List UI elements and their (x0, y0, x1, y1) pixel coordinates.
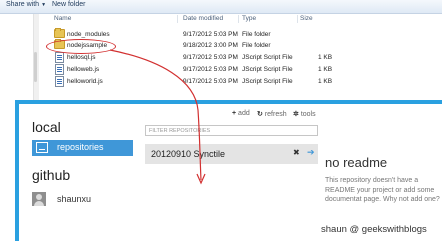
tools-label: tools (300, 111, 316, 118)
column-divider[interactable] (177, 15, 178, 23)
add-button[interactable]: + add (232, 110, 250, 117)
pin-icon[interactable]: ✖ (293, 149, 301, 157)
scrollbar-thumb[interactable] (34, 52, 37, 82)
readme-message: This repository doesn't have a README yo… (325, 177, 440, 203)
js-file-icon (55, 64, 64, 75)
highlight-circle (46, 39, 116, 54)
file-date: 9/17/2012 5:03 PM (183, 54, 238, 61)
share-with-label: Share with (6, 1, 40, 8)
js-file-icon (55, 76, 64, 87)
repository-list-item[interactable]: 20120910 Synctile ✖ ➔ (145, 144, 318, 164)
file-row[interactable]: helloworld.js 9/17/2012 5:03 PM JScript … (40, 76, 442, 87)
add-label: add (238, 110, 250, 117)
file-name: helloworld.js (67, 78, 103, 85)
column-header-date-modified[interactable]: Date modified (183, 14, 223, 24)
file-date: 9/18/2012 3:00 PM (183, 42, 238, 49)
repositories-nav-item[interactable]: repositories (32, 140, 133, 156)
watermark-credit: shaun @ geekswithblogs (321, 224, 427, 235)
column-header-name[interactable]: Name (54, 14, 71, 24)
file-type: File folder (242, 42, 271, 49)
share-with-button[interactable]: Share with ▼ (6, 1, 46, 8)
avatar (32, 192, 46, 206)
refresh-icon: ↻ (257, 111, 263, 118)
tools-button[interactable]: ✲ tools (293, 110, 316, 118)
file-type: JScript Script File (242, 78, 293, 85)
github-section-title: github (32, 167, 71, 183)
github-sidebar: local repositories github shaunxu (19, 104, 138, 241)
refresh-button[interactable]: ↻ refresh (257, 110, 287, 118)
file-row[interactable]: node_modules 9/17/2012 5:03 PM File fold… (40, 28, 442, 40)
column-header-size[interactable]: Size (300, 14, 313, 24)
filter-repositories-input[interactable]: FILTER REPOSITORIES (145, 125, 318, 136)
file-date: 9/17/2012 5:03 PM (183, 78, 238, 85)
js-file-icon (55, 52, 64, 63)
file-type: JScript Script File (242, 54, 293, 61)
file-type: File folder (242, 31, 271, 38)
file-size: 1 KB (318, 54, 333, 61)
monitor-icon (36, 142, 48, 153)
open-arrow-icon[interactable]: ➔ (307, 148, 315, 157)
new-folder-button[interactable]: New folder (52, 1, 85, 8)
gear-icon: ✲ (293, 111, 299, 118)
file-type: JScript Script File (242, 66, 293, 73)
column-divider[interactable] (297, 15, 298, 23)
file-row[interactable]: hellosql.js 9/17/2012 5:03 PM JScript Sc… (40, 52, 442, 63)
local-section-title: local (32, 119, 61, 135)
folder-icon (54, 28, 65, 38)
file-size: 1 KB (318, 78, 333, 85)
github-window: local repositories github shaunxu + add … (15, 100, 442, 241)
file-name: helloweb.js (67, 66, 100, 73)
file-row[interactable]: helloweb.js 9/17/2012 5:03 PM JScript Sc… (40, 64, 442, 75)
repositories-label: repositories (57, 142, 104, 152)
account-item[interactable]: shaunxu (32, 192, 152, 208)
dropdown-arrow-icon: ▼ (41, 2, 47, 8)
column-header-type[interactable]: Type (242, 14, 256, 24)
column-divider[interactable] (238, 15, 239, 23)
explorer-toolbar: Share with ▼ New folder (0, 0, 442, 14)
readme-title: no readme (325, 155, 388, 170)
file-date: 9/17/2012 5:03 PM (183, 66, 238, 73)
account-name: shaunxu (57, 194, 92, 204)
repository-name: 20120910 Synctile (151, 149, 226, 159)
refresh-label: refresh (264, 111, 287, 118)
file-size: 1 KB (318, 66, 333, 73)
file-date: 9/17/2012 5:03 PM (183, 31, 238, 38)
plus-icon: + (232, 110, 237, 117)
explorer-window: Share with ▼ New folder Name Date modifie… (0, 0, 442, 102)
